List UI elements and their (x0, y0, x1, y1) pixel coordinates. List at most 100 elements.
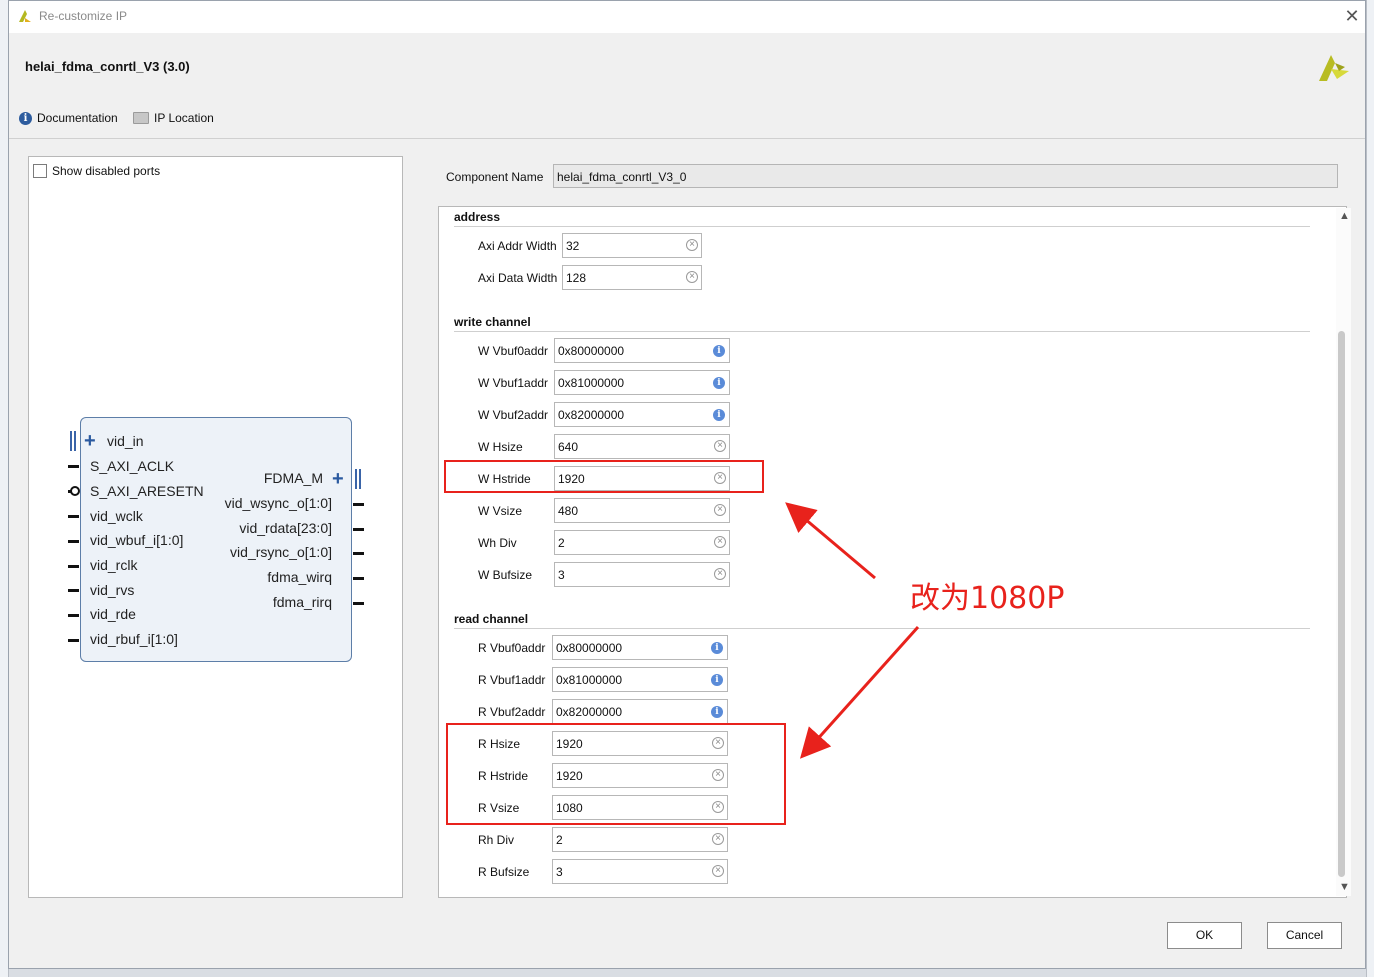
xilinx-logo-icon (1319, 55, 1349, 81)
ok-button[interactable]: OK (1167, 922, 1242, 949)
port-pin (353, 602, 364, 605)
info-icon[interactable]: i (711, 674, 723, 686)
port-pin (353, 552, 364, 555)
w-hsize-field[interactable]: 640 × (554, 434, 730, 459)
param-label: W Vbuf2addr (478, 408, 549, 422)
field-value: 480 (558, 504, 579, 518)
bus-marker (359, 469, 361, 489)
param-label: R Vbuf2addr (478, 705, 546, 719)
info-icon[interactable]: i (711, 642, 723, 654)
clear-icon[interactable]: × (714, 568, 726, 580)
ip-title: helai_fdma_conrtl_V3 (3.0) (25, 59, 190, 74)
port-pin (68, 589, 79, 592)
port-pin (68, 565, 79, 568)
clear-icon[interactable]: × (712, 833, 724, 845)
param-label: W Vbuf1addr (478, 376, 549, 390)
field-value: 2 (558, 536, 565, 550)
ip-location-link[interactable]: IP Location (133, 111, 214, 125)
component-name-field[interactable]: helai_fdma_conrtl_V3_0 (553, 164, 1338, 188)
w-vbuf0addr-field[interactable]: 0x80000000 i (554, 338, 730, 363)
field-value: 32 (566, 239, 580, 253)
r-bufsize-field[interactable]: 3 × (552, 859, 728, 884)
field-value: 0x82000000 (558, 408, 625, 422)
field-value: 128 (566, 271, 587, 285)
port-label: vid_rbuf_i[1:0] (90, 631, 178, 647)
param-label: R Bufsize (478, 865, 530, 879)
param-label: W Vbuf0addr (478, 344, 549, 358)
highlight-box-read-sizes (446, 723, 786, 825)
param-label: W Vsize (478, 504, 523, 518)
background-window-right-strip (1366, 0, 1374, 977)
port-label: S_AXI_ACLK (90, 458, 175, 474)
w-vbuf1addr-field[interactable]: 0x81000000 i (554, 370, 730, 395)
port-label: vid_rvs (90, 582, 135, 598)
field-value: 640 (558, 440, 579, 454)
section-title-write-channel: write channel (454, 315, 531, 329)
info-icon[interactable]: i (713, 377, 725, 389)
clear-icon[interactable]: × (712, 865, 724, 877)
port-pin (68, 614, 79, 617)
clear-icon[interactable]: × (714, 504, 726, 516)
field-value: 2 (556, 833, 563, 847)
info-icon[interactable]: i (713, 345, 725, 357)
port-label: vid_wsync_o[1:0] (224, 495, 332, 511)
port-pin (353, 577, 364, 580)
vivado-logo-icon (19, 10, 31, 22)
scrollbar-thumb[interactable] (1338, 331, 1345, 877)
show-disabled-ports-checkbox[interactable]: Show disabled ports (33, 164, 160, 178)
show-disabled-ports-label: Show disabled ports (52, 164, 161, 178)
highlight-box-w-hstride (444, 460, 764, 493)
axi-data-width-field[interactable]: 128 × (562, 265, 702, 290)
bus-marker (74, 431, 76, 451)
wh-div-field[interactable]: 2 × (554, 530, 730, 555)
documentation-label: Documentation (37, 111, 118, 125)
r-vbuf1addr-field[interactable]: 0x81000000 i (552, 667, 728, 692)
clear-icon[interactable]: × (686, 239, 698, 251)
section-divider (454, 628, 1310, 629)
section-divider (454, 331, 1310, 332)
port-label: S_AXI_ARESETN (90, 483, 204, 499)
param-label: Wh Div (478, 536, 517, 550)
port-label: vid_rsync_o[1:0] (230, 544, 332, 560)
component-name-label: Component Name (446, 170, 544, 184)
field-value: 0x80000000 (556, 641, 623, 655)
bus-marker (70, 431, 72, 451)
port-label: vid_wbuf_i[1:0] (90, 532, 184, 548)
port-pin (68, 540, 79, 543)
port-label: vid_wclk (90, 508, 143, 524)
r-vbuf0addr-field[interactable]: 0x80000000 i (552, 635, 728, 660)
section-divider (454, 226, 1310, 227)
port-label: FDMA_M (263, 470, 323, 486)
info-icon[interactable]: i (713, 409, 725, 421)
info-icon[interactable]: i (711, 706, 723, 718)
w-bufsize-field[interactable]: 3 × (554, 562, 730, 587)
section-title-address: address (454, 210, 501, 224)
clear-icon[interactable]: × (714, 536, 726, 548)
port-label: vid_rde (90, 606, 136, 622)
chevron-up-icon[interactable]: ▲ (1339, 210, 1350, 222)
param-label: Axi Data Width (478, 271, 558, 285)
port-pin (68, 639, 79, 642)
chevron-down-icon[interactable]: ▼ (1339, 881, 1350, 893)
port-label: fdma_wirq (267, 569, 332, 585)
w-vbuf2addr-field[interactable]: 0x82000000 i (554, 402, 730, 427)
field-value: 0x81000000 (558, 376, 625, 390)
documentation-link[interactable]: i Documentation (19, 111, 118, 125)
param-label: Axi Addr Width (478, 239, 557, 253)
rh-div-field[interactable]: 2 × (552, 827, 728, 852)
clear-icon[interactable]: × (714, 440, 726, 452)
field-value: 3 (558, 568, 565, 582)
clear-icon[interactable]: × (686, 271, 698, 283)
expand-plus-icon[interactable]: + (332, 469, 344, 489)
expand-plus-icon[interactable]: + (84, 431, 96, 451)
r-vbuf2addr-field[interactable]: 0x82000000 i (552, 699, 728, 724)
field-value: 0x82000000 (556, 705, 623, 719)
ip-location-label: IP Location (154, 111, 214, 125)
w-vsize-field[interactable]: 480 × (554, 498, 730, 523)
port-label: vid_rdata[23:0] (239, 520, 332, 536)
checkbox-box[interactable] (33, 164, 47, 178)
axi-addr-width-field[interactable]: 32 × (562, 233, 702, 258)
info-icon: i (19, 111, 32, 125)
cancel-button[interactable]: Cancel (1267, 922, 1342, 949)
close-icon[interactable]: ✕ (1342, 6, 1362, 26)
